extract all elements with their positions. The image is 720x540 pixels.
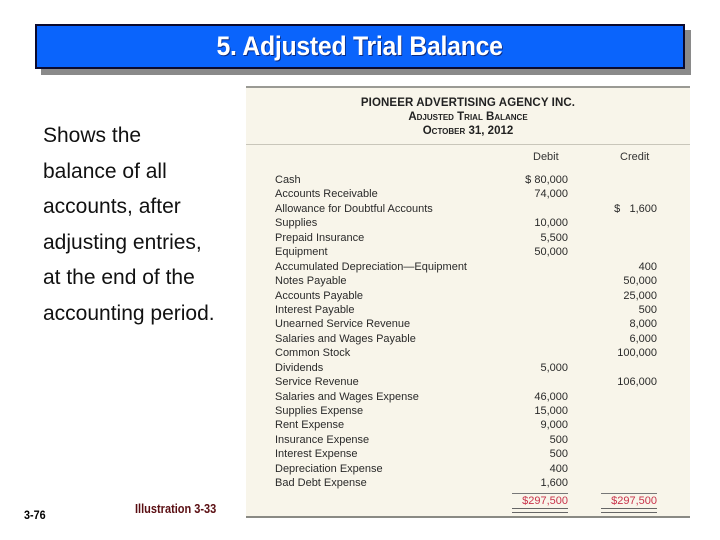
table-row: Rent Expense 9,000 bbox=[246, 419, 690, 433]
description: Shows the balance of all accounts, after… bbox=[43, 118, 243, 331]
credit-amount: 100,000 bbox=[617, 347, 657, 360]
slide-number: 3-76 bbox=[24, 508, 46, 522]
table-row: Service Revenue 106,000 bbox=[246, 376, 690, 390]
debit-column-header: Debit bbox=[533, 151, 559, 163]
table-row: Supplies 10,000 bbox=[246, 217, 690, 231]
credit-amount: 8,000 bbox=[629, 318, 657, 331]
totals-row: $297,500 $297,500 bbox=[246, 493, 690, 515]
credit-amount: 400 bbox=[638, 260, 657, 273]
table-row: Notes Payable 50,000 bbox=[246, 275, 690, 289]
debit-amount: 46,000 bbox=[534, 390, 568, 403]
debit-amount: 500 bbox=[549, 433, 568, 446]
account-name: Cash bbox=[275, 174, 301, 186]
account-name: Salaries and Wages Payable bbox=[275, 332, 416, 345]
account-name: Accounts Receivable bbox=[275, 188, 378, 201]
table-row: Dividends 5,000 bbox=[246, 362, 690, 376]
debit-amount: 10,000 bbox=[534, 217, 568, 230]
account-name: Common Stock bbox=[275, 347, 351, 360]
debit-amount: 5,000 bbox=[540, 361, 568, 374]
table-row: Common Stock 100,000 bbox=[246, 347, 690, 361]
table-row: Salaries and Wages Expense 46,000 bbox=[246, 391, 690, 405]
account-name: Unearned Service Revenue bbox=[275, 318, 411, 331]
table-row: Depreciation Expense 400 bbox=[246, 463, 690, 477]
credit-amount: 25,000 bbox=[623, 289, 657, 302]
account-name: Bad Debt Expense bbox=[275, 477, 367, 490]
trial-balance-rows: Cash $ 80,000 Accounts Receivable 74,000 All… bbox=[246, 174, 690, 492]
slide-title: 5. Adjusted Trial Balance bbox=[216, 31, 504, 61]
debit-amount: 15,000 bbox=[534, 405, 568, 417]
credit-amount: 50,000 bbox=[623, 275, 657, 288]
debit-amount: 50,000 bbox=[534, 246, 568, 259]
table-row: Accounts Payable 25,000 bbox=[246, 290, 690, 304]
account-name: Notes Payable bbox=[275, 275, 347, 288]
account-name: Accumulated Depreciation—Equipment bbox=[275, 260, 467, 273]
table-row: Cash $ 80,000 bbox=[246, 174, 690, 188]
title-banner: 5. Adjusted Trial Balance bbox=[35, 24, 685, 69]
table-row: Interest Expense 500 bbox=[246, 448, 690, 462]
statement-date: October 31, 2012 bbox=[422, 125, 514, 137]
credit-amount: 6,000 bbox=[629, 332, 657, 345]
account-name: Rent Expense bbox=[275, 419, 345, 432]
table-row: Unearned Service Revenue 8,000 bbox=[246, 318, 690, 332]
account-name: Service Revenue bbox=[275, 376, 359, 389]
illustration-label: Illustration 3-33 bbox=[135, 502, 217, 516]
account-name: Accounts Payable bbox=[275, 289, 364, 302]
credit-column-header: Credit bbox=[620, 151, 650, 163]
table-row: Prepaid Insurance 5,500 bbox=[246, 232, 690, 246]
account-name: Depreciation Expense bbox=[275, 462, 383, 475]
description-line: accounting period. bbox=[43, 301, 215, 325]
table-row: Salaries and Wages Payable 6,000 bbox=[246, 333, 690, 347]
description-line: Shows the bbox=[43, 124, 142, 147]
table-row: Allowance for Doubtful Accounts $ 1,600 bbox=[246, 203, 690, 217]
account-name: Allowance for Doubtful Accounts bbox=[275, 202, 433, 215]
table-row: Supplies Expense 15,000 bbox=[246, 405, 690, 419]
account-name: Salaries and Wages Expense bbox=[275, 390, 419, 403]
credit-total: $297,500 bbox=[601, 493, 657, 513]
credit-amount: 106,000 bbox=[617, 376, 657, 389]
description-line: adjusting entries, bbox=[43, 230, 202, 254]
table-row: Equipment 50,000 bbox=[246, 246, 690, 260]
debit-amount: 1,600 bbox=[540, 477, 568, 490]
credit-amount: 500 bbox=[638, 303, 657, 316]
statement-title: Adjusted Trial Balance bbox=[408, 111, 528, 123]
debit-amount: $ 80,000 bbox=[525, 174, 568, 186]
debit-amount: 400 bbox=[549, 462, 568, 475]
account-name: Interest Payable bbox=[275, 303, 355, 316]
debit-amount: 9,000 bbox=[540, 419, 568, 432]
account-name: Interest Expense bbox=[275, 448, 358, 461]
account-name: Supplies Expense bbox=[275, 405, 364, 417]
description-line: balance of all bbox=[43, 159, 167, 183]
account-name: Supplies bbox=[275, 217, 318, 230]
debit-amount: 74,000 bbox=[534, 188, 568, 201]
debit-amount: 500 bbox=[549, 448, 568, 461]
company-name: PIONEER ADVERTISING AGENCY INC. bbox=[360, 97, 576, 109]
trial-balance-panel: PIONEER ADVERTISING AGENCY INC. Adjusted… bbox=[246, 86, 690, 518]
account-name: Prepaid Insurance bbox=[275, 231, 365, 244]
trial-balance-header: PIONEER ADVERTISING AGENCY INC. Adjusted… bbox=[246, 88, 690, 145]
account-name: Equipment bbox=[275, 246, 328, 259]
table-row: Accumulated Depreciation—Equipment 400 bbox=[246, 261, 690, 275]
description-line: accounts, after bbox=[43, 195, 181, 218]
debit-total: $297,500 bbox=[512, 493, 568, 513]
debit-amount: 5,500 bbox=[540, 231, 568, 244]
description-line: at the end of the bbox=[43, 266, 195, 289]
slide: 5. Adjusted Trial Balance Shows the bala… bbox=[0, 0, 720, 540]
table-row: Insurance Expense 500 bbox=[246, 434, 690, 448]
account-name: Insurance Expense bbox=[275, 433, 370, 446]
table-row: Interest Payable 500 bbox=[246, 304, 690, 318]
table-row: Bad Debt Expense 1,600 bbox=[246, 477, 690, 491]
account-name: Dividends bbox=[275, 361, 324, 374]
table-row: Accounts Receivable 74,000 bbox=[246, 188, 690, 202]
credit-amount: $ 1,600 bbox=[614, 202, 657, 215]
